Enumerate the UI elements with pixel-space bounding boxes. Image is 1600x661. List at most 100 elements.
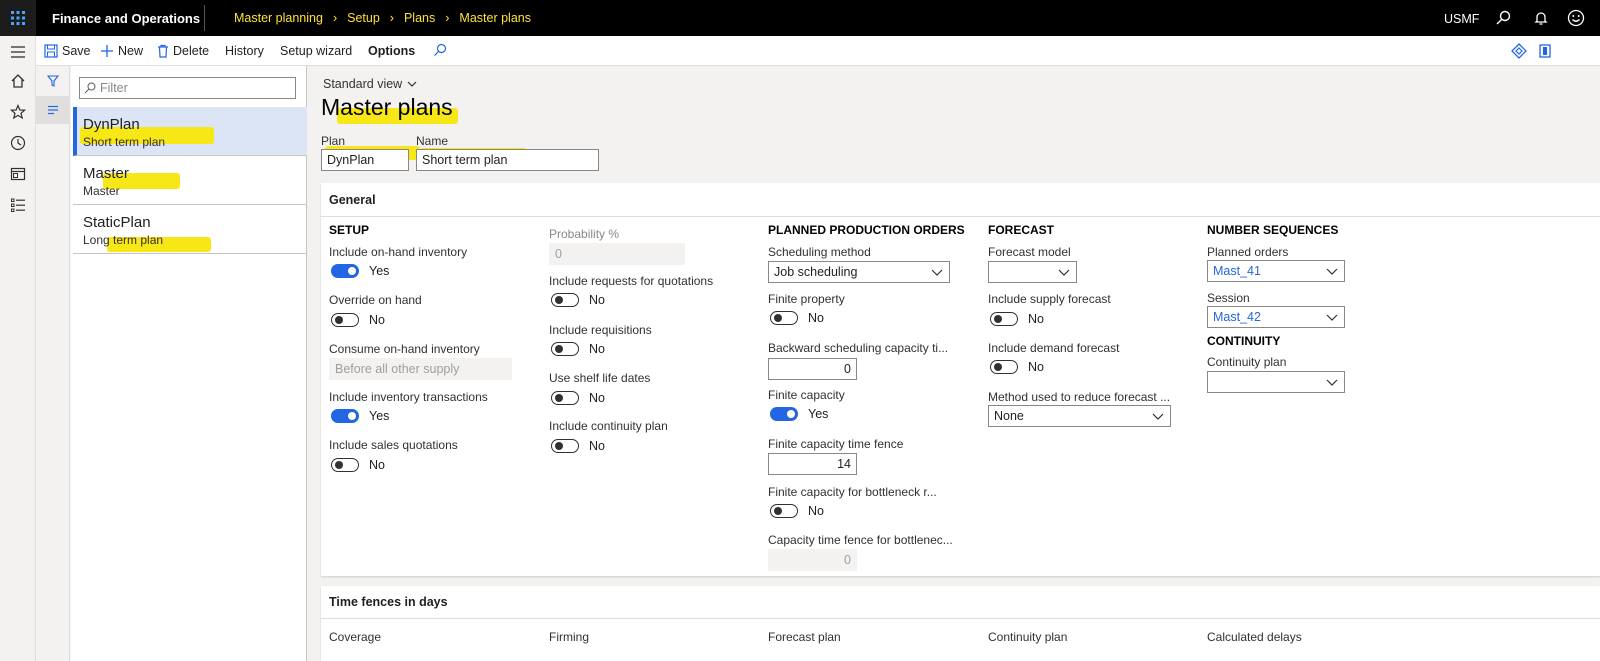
smiley-icon[interactable] bbox=[1566, 8, 1586, 28]
time-fences-header[interactable]: Time fences in days bbox=[329, 595, 448, 609]
select-value: Job scheduling bbox=[774, 265, 858, 279]
general-fasttab: General SETUP Include on-hand inventory … bbox=[321, 183, 1600, 576]
breadcrumb-master-plans[interactable]: Master plans bbox=[459, 11, 531, 25]
breadcrumb-setup[interactable]: Setup bbox=[347, 11, 380, 25]
continuity-plan-select[interactable] bbox=[1207, 371, 1345, 393]
view-label: Standard view bbox=[323, 77, 403, 91]
record-list-pane: Filter DynPlan Short term plan Master Ma… bbox=[71, 66, 307, 661]
delete-button[interactable]: Delete bbox=[157, 44, 209, 58]
list-item-master[interactable]: Master Master bbox=[73, 156, 307, 205]
select-value[interactable]: Mast_42 bbox=[1213, 310, 1261, 324]
breadcrumb: Master planning › Setup › Plans › Master… bbox=[234, 11, 531, 25]
finite-capacity-toggle[interactable]: Yes bbox=[770, 407, 828, 421]
toggle-switch[interactable] bbox=[331, 458, 359, 472]
include-continuity-toggle[interactable]: No bbox=[551, 439, 605, 453]
filter-funnel-icon[interactable] bbox=[46, 74, 60, 92]
plan-field[interactable]: DynPlan bbox=[321, 149, 409, 171]
toggle-switch[interactable] bbox=[770, 504, 798, 518]
planned-orders-select[interactable]: Mast_41 bbox=[1207, 260, 1345, 282]
star-icon[interactable] bbox=[8, 102, 28, 122]
office-icon[interactable] bbox=[1538, 43, 1556, 59]
scheduling-method-select[interactable]: Job scheduling bbox=[768, 261, 950, 283]
chevron-down-icon bbox=[1152, 413, 1164, 420]
clock-icon[interactable] bbox=[8, 133, 28, 153]
reduce-forecast-select[interactable]: None bbox=[988, 405, 1171, 427]
planned-orders-label: Planned orders bbox=[1207, 245, 1289, 259]
toggle-switch[interactable] bbox=[551, 391, 579, 405]
home-icon[interactable] bbox=[8, 71, 28, 91]
forecast-model-select[interactable] bbox=[988, 261, 1077, 283]
toggle-value: No bbox=[1028, 360, 1044, 374]
save-icon bbox=[44, 44, 58, 58]
toggle-switch[interactable] bbox=[551, 439, 579, 453]
name-field[interactable]: Short term plan bbox=[416, 149, 599, 171]
include-inv-trans-toggle[interactable]: Yes bbox=[331, 409, 389, 423]
consume-onhand-field: Before all other supply bbox=[329, 358, 512, 380]
view-selector[interactable]: Standard view bbox=[323, 77, 417, 91]
toggle-switch[interactable] bbox=[331, 313, 359, 327]
power-apps-icon[interactable] bbox=[1511, 43, 1531, 59]
shelf-life-toggle[interactable]: No bbox=[551, 391, 605, 405]
consume-onhand-label: Consume on-hand inventory bbox=[329, 342, 480, 356]
toggle-value: No bbox=[808, 311, 824, 325]
include-demand-forecast-toggle[interactable]: No bbox=[990, 360, 1044, 374]
toggle-switch[interactable] bbox=[331, 264, 359, 278]
list-item-staticplan[interactable]: StaticPlan Long term plan bbox=[73, 205, 307, 254]
app-title[interactable]: Finance and Operations bbox=[52, 11, 200, 26]
toggle-value: Yes bbox=[369, 264, 390, 278]
select-value[interactable]: Mast_41 bbox=[1213, 264, 1261, 278]
toggle-value: No bbox=[589, 293, 605, 307]
include-supply-forecast-toggle[interactable]: No bbox=[990, 312, 1044, 326]
toggle-switch[interactable] bbox=[770, 407, 798, 421]
list-view-icon[interactable] bbox=[36, 96, 70, 124]
search-icon[interactable] bbox=[1493, 8, 1513, 28]
include-onhand-toggle[interactable]: Yes bbox=[331, 264, 389, 278]
backward-scheduling-label: Backward scheduling capacity ti... bbox=[768, 341, 949, 355]
filter-input[interactable]: Filter bbox=[79, 77, 296, 99]
list-item-dynplan[interactable]: DynPlan Short term plan bbox=[73, 107, 307, 156]
session-label: Session bbox=[1207, 291, 1250, 305]
toggle-switch[interactable] bbox=[990, 360, 1018, 374]
finite-fence-label: Finite capacity time fence bbox=[768, 437, 904, 451]
save-button[interactable]: Save bbox=[44, 44, 91, 58]
modules-list-icon[interactable] bbox=[8, 195, 28, 215]
waffle-icon[interactable] bbox=[0, 0, 36, 36]
bottleneck-toggle[interactable]: No bbox=[770, 504, 824, 518]
hamburger-menu-icon[interactable] bbox=[8, 42, 28, 62]
general-header[interactable]: General bbox=[329, 193, 376, 207]
override-onhand-toggle[interactable]: No bbox=[331, 313, 385, 327]
include-req-toggle[interactable]: No bbox=[551, 342, 605, 356]
include-rfq-toggle[interactable]: No bbox=[551, 293, 605, 307]
calculated-delays-label: Calculated delays bbox=[1207, 630, 1302, 644]
save-label: Save bbox=[62, 44, 91, 58]
search-actions-icon[interactable] bbox=[433, 43, 451, 57]
chevron-down-icon bbox=[1326, 268, 1338, 275]
list-pane-toggles bbox=[36, 66, 70, 661]
breadcrumb-plans[interactable]: Plans bbox=[404, 11, 435, 25]
bell-icon[interactable] bbox=[1531, 8, 1551, 28]
company-selector[interactable]: USMF bbox=[1444, 12, 1479, 26]
backward-scheduling-field[interactable]: 0 bbox=[768, 358, 857, 380]
finite-property-toggle[interactable]: No bbox=[770, 311, 824, 325]
new-button[interactable]: New bbox=[100, 44, 143, 58]
list-item-subtitle: Long term plan bbox=[83, 233, 164, 247]
toggle-switch[interactable] bbox=[331, 409, 359, 423]
toggle-switch[interactable] bbox=[770, 311, 798, 325]
toggle-switch[interactable] bbox=[551, 293, 579, 307]
history-button[interactable]: History bbox=[225, 44, 264, 58]
page-title: Master plans bbox=[321, 94, 453, 120]
finite-fence-field[interactable]: 14 bbox=[768, 453, 857, 475]
toggle-switch[interactable] bbox=[990, 312, 1018, 326]
include-sales-quot-toggle[interactable]: No bbox=[331, 458, 385, 472]
session-select[interactable]: Mast_42 bbox=[1207, 306, 1345, 328]
workspace-icon[interactable] bbox=[8, 164, 28, 184]
setup-wizard-button[interactable]: Setup wizard bbox=[280, 44, 352, 58]
chevron-down-icon bbox=[1326, 379, 1338, 386]
include-onhand-label: Include on-hand inventory bbox=[329, 245, 468, 259]
breadcrumb-master-planning[interactable]: Master planning bbox=[234, 11, 323, 25]
chevron-down-icon bbox=[931, 269, 943, 276]
options-tab[interactable]: Options bbox=[368, 44, 415, 58]
toggle-switch[interactable] bbox=[551, 342, 579, 356]
continuity-plan-label: Continuity plan bbox=[1207, 355, 1287, 369]
filter-placeholder: Filter bbox=[100, 81, 128, 95]
